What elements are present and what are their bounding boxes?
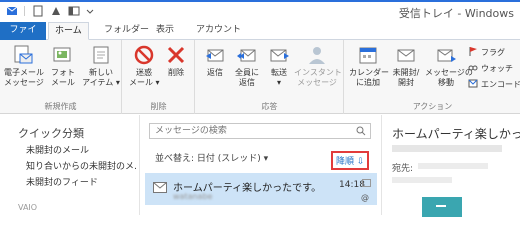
reply-all-button[interactable]: 全員に 返信: [232, 44, 262, 88]
group-delete: 迷惑 メール ▾ 削除 削除: [123, 40, 195, 114]
photo-email-button[interactable]: フォト メール: [48, 44, 78, 88]
attachment-thumbnail[interactable]: [422, 197, 462, 217]
ribbon-tabs: ファイル ホーム フォルダー 表示 アカウント: [0, 22, 520, 52]
unread-icon: [395, 44, 417, 66]
forward-button[interactable]: 転送 ▾: [266, 44, 292, 88]
group-label-actions: アクション: [412, 102, 453, 111]
message-list-pane: 並べ替え: 日付 (スレッド) ▾ 降順 ⇩ ホームパーティ楽しかったです。 1…: [141, 115, 381, 215]
flag-outline-icon[interactable]: [362, 179, 371, 187]
new-email-icon: [12, 44, 34, 66]
quick-access-toolbar: [6, 5, 94, 20]
move-icon: [435, 44, 457, 66]
watch-button[interactable]: ウォッチ: [468, 62, 513, 74]
flag-icon: [468, 46, 478, 58]
move-message-button[interactable]: メッセージの 移動: [425, 44, 473, 88]
new-email-button[interactable]: 電子メール メッセージ: [4, 44, 44, 88]
search-icon[interactable]: [356, 126, 366, 139]
calendar-icon: [357, 44, 379, 66]
reading-pane-title: ホームパーティ楽しかっ: [392, 127, 520, 141]
account-label[interactable]: VAIO: [18, 203, 37, 212]
message-sender: watanabe: [173, 192, 213, 201]
sidebar-item-unread-feeds[interactable]: 未開封のフィード: [26, 175, 138, 188]
delete-icon: [165, 44, 187, 66]
photo-email-icon: [52, 44, 74, 66]
group-respond: 返信 全員に 返信 転送 ▾ インスタント メッセージ 応答: [196, 40, 344, 114]
search-input[interactable]: [149, 123, 371, 139]
sidebar-item-unread-mail[interactable]: 未開封のメール: [26, 143, 138, 156]
title-bar: 受信トレイ - Windows: [0, 0, 520, 22]
encode-button[interactable]: エンコード: [468, 78, 520, 90]
forward-icon: [268, 44, 290, 66]
window-title: 受信トレイ - Windows: [398, 7, 514, 20]
message-row[interactable]: ホームパーティ楽しかったです。 14:18 watanabe @: [145, 173, 377, 205]
qat-dropdown-icon[interactable]: [86, 5, 94, 20]
tab-home[interactable]: ホーム: [48, 22, 89, 40]
to-label: 宛先:: [392, 164, 414, 174]
sort-order-button[interactable]: 降順 ⇩: [331, 151, 370, 170]
add-to-calendar-button[interactable]: カレンダー に追加: [349, 44, 389, 88]
tab-folder[interactable]: フォルダー: [98, 22, 155, 40]
group-new: 電子メール メッセージ フォト メール 新しい アイテム ▾ 新規作成: [0, 40, 122, 114]
new-item-icon: [90, 44, 112, 66]
tab-file[interactable]: ファイル: [0, 22, 46, 52]
new-document-icon[interactable]: [32, 5, 44, 20]
reading-pane: ホームパーティ楽しかっ 宛先:: [381, 115, 520, 217]
glasses-icon: [468, 62, 478, 74]
quick-views-heading[interactable]: クイック分類: [18, 125, 84, 141]
group-label-respond: 応答: [261, 102, 278, 111]
sort-dropdown[interactable]: 並べ替え: 日付 (スレッド) ▾: [155, 151, 268, 164]
junk-icon: [133, 44, 155, 66]
envelope-icon: [153, 182, 167, 196]
sender-placeholder: [392, 145, 502, 152]
separator-icon: [24, 5, 26, 20]
junk-button[interactable]: 迷惑 メール ▾: [129, 44, 160, 88]
reply-icon: [204, 44, 226, 66]
tab-account[interactable]: アカウント: [190, 22, 247, 40]
encode-icon: [468, 78, 478, 90]
delete-button[interactable]: 削除: [163, 44, 189, 78]
unread-read-button[interactable]: 未開封/ 開封: [389, 44, 423, 88]
sidebar-item-unread-from-contacts[interactable]: 知り合いからの未開封のメ…: [26, 159, 138, 172]
attachment-icon: @: [361, 193, 369, 202]
ribbon: 電子メール メッセージ フォト メール 新しい アイテム ▾ 新規作成 迷惑 メ…: [0, 40, 520, 114]
reply-all-icon: [236, 44, 258, 66]
reply-button[interactable]: 返信: [200, 44, 230, 78]
new-item-button[interactable]: 新しい アイテム ▾: [82, 44, 120, 88]
group-label-new: 新規作成: [44, 102, 77, 111]
recipient-placeholder: [418, 163, 488, 169]
instant-message-button[interactable]: インスタント メッセージ: [294, 44, 342, 88]
layout-icon[interactable]: [68, 5, 80, 20]
tab-view[interactable]: 表示: [150, 22, 180, 40]
app-icon[interactable]: [6, 5, 18, 20]
flag-button[interactable]: フラグ: [468, 46, 505, 58]
send-receive-icon[interactable]: [50, 5, 62, 20]
person-icon: [306, 44, 328, 66]
folder-pane: クイック分類 未開封のメール 知り合いからの未開封のメ… 未開封のフィード VA…: [0, 115, 140, 215]
address-placeholder: [392, 177, 452, 183]
group-label-delete: 削除: [150, 102, 167, 111]
